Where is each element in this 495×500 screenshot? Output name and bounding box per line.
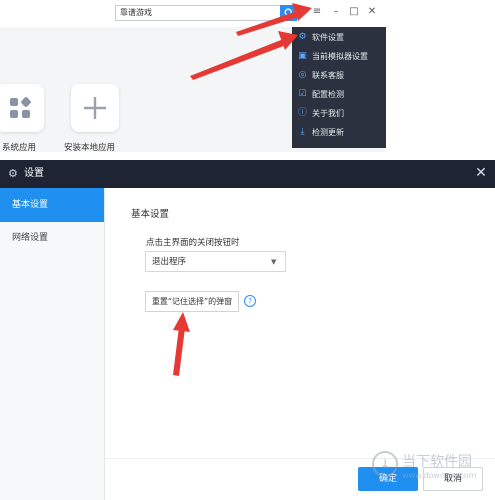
- install-local-app-label: 安装本地应用: [64, 143, 116, 153]
- settings-nav: 基本设置 网络设置: [0, 188, 105, 500]
- settings-dropdown-menu: ⚙ 软件设置 ▣ 当前模拟器设置 ◎ 联系客服 ☑ 配置检测 ⓘ 关于我们 ⤓ …: [292, 27, 386, 148]
- install-local-app-tile[interactable]: [71, 84, 119, 132]
- help-icon[interactable]: ?: [244, 295, 256, 307]
- menu-item-label: 配置检测: [312, 90, 344, 99]
- gear-icon: ⚙: [8, 167, 18, 180]
- menu-item-label: 检测更新: [312, 128, 344, 137]
- menu-icon[interactable]: ≡: [311, 6, 323, 18]
- grid-icon: [10, 97, 31, 118]
- watermark-url: www.downxia.com: [402, 471, 477, 480]
- headset-icon: ◎: [298, 70, 307, 80]
- download-icon: ⤓: [300, 127, 305, 137]
- chevron-down-icon: ▼: [271, 258, 277, 266]
- reset-remember-choice-button[interactable]: 重置“记住选择”的弹窗: [145, 291, 239, 312]
- system-apps-tile[interactable]: [0, 84, 44, 132]
- minimize-icon[interactable]: –: [330, 6, 342, 18]
- search-input[interactable]: 靠谱游戏: [115, 5, 281, 21]
- watermark-text: 当下软件园: [402, 454, 472, 470]
- menu-item-about-us[interactable]: ⓘ 关于我们: [292, 106, 386, 122]
- search-icon: [284, 8, 293, 18]
- launcher-window: 靠谱游戏 ≡ – □ ✕ 系统应用 安装本地应用 ⚙ 软件设置 ▣ 当前模拟器设…: [0, 0, 386, 153]
- dialog-title: 设置: [24, 168, 44, 179]
- nav-item-network-settings[interactable]: 网络设置: [0, 221, 104, 255]
- menu-item-emulator-settings[interactable]: ▣ 当前模拟器设置: [292, 49, 386, 65]
- watermark-logo-icon: ↓: [372, 451, 398, 477]
- nav-item-basic-settings[interactable]: 基本设置: [0, 188, 104, 222]
- close-icon[interactable]: ✕: [474, 166, 488, 180]
- plus-icon: [84, 97, 106, 119]
- menu-item-label: 软件设置: [312, 33, 344, 42]
- close-behavior-value: 退出程序: [152, 257, 187, 267]
- watermark: ↓ 当下软件园 www.downxia.com: [370, 447, 495, 497]
- launcher-topbar: 靠谱游戏 ≡ – □ ✕: [0, 0, 386, 27]
- menu-item-software-settings[interactable]: ⚙ 软件设置: [292, 30, 386, 46]
- menu-item-label: 联系客服: [312, 71, 344, 80]
- menu-item-label: 关于我们: [312, 109, 344, 118]
- search-button[interactable]: [280, 5, 297, 21]
- menu-item-label: 当前模拟器设置: [312, 52, 368, 61]
- close-behavior-select[interactable]: 退出程序 ▼: [145, 251, 286, 272]
- menu-item-check-update[interactable]: ⤓ 检测更新: [292, 125, 386, 141]
- info-icon: ⓘ: [297, 108, 307, 118]
- menu-item-contact-support[interactable]: ◎ 联系客服: [292, 68, 386, 84]
- maximize-icon[interactable]: □: [348, 6, 360, 18]
- dialog-titlebar: ⚙ 设置 ✕: [0, 160, 495, 188]
- menu-item-config-check[interactable]: ☑ 配置检测: [292, 87, 386, 103]
- section-title: 基本设置: [131, 209, 170, 220]
- gear-icon: ⚙: [298, 32, 307, 42]
- close-behavior-label: 点击主界面的关闭按钮时: [146, 238, 240, 248]
- monitor-icon: ▣: [298, 51, 307, 61]
- system-apps-label: 系统应用: [2, 143, 37, 153]
- close-icon[interactable]: ✕: [366, 6, 378, 18]
- check-icon: ☑: [298, 89, 307, 99]
